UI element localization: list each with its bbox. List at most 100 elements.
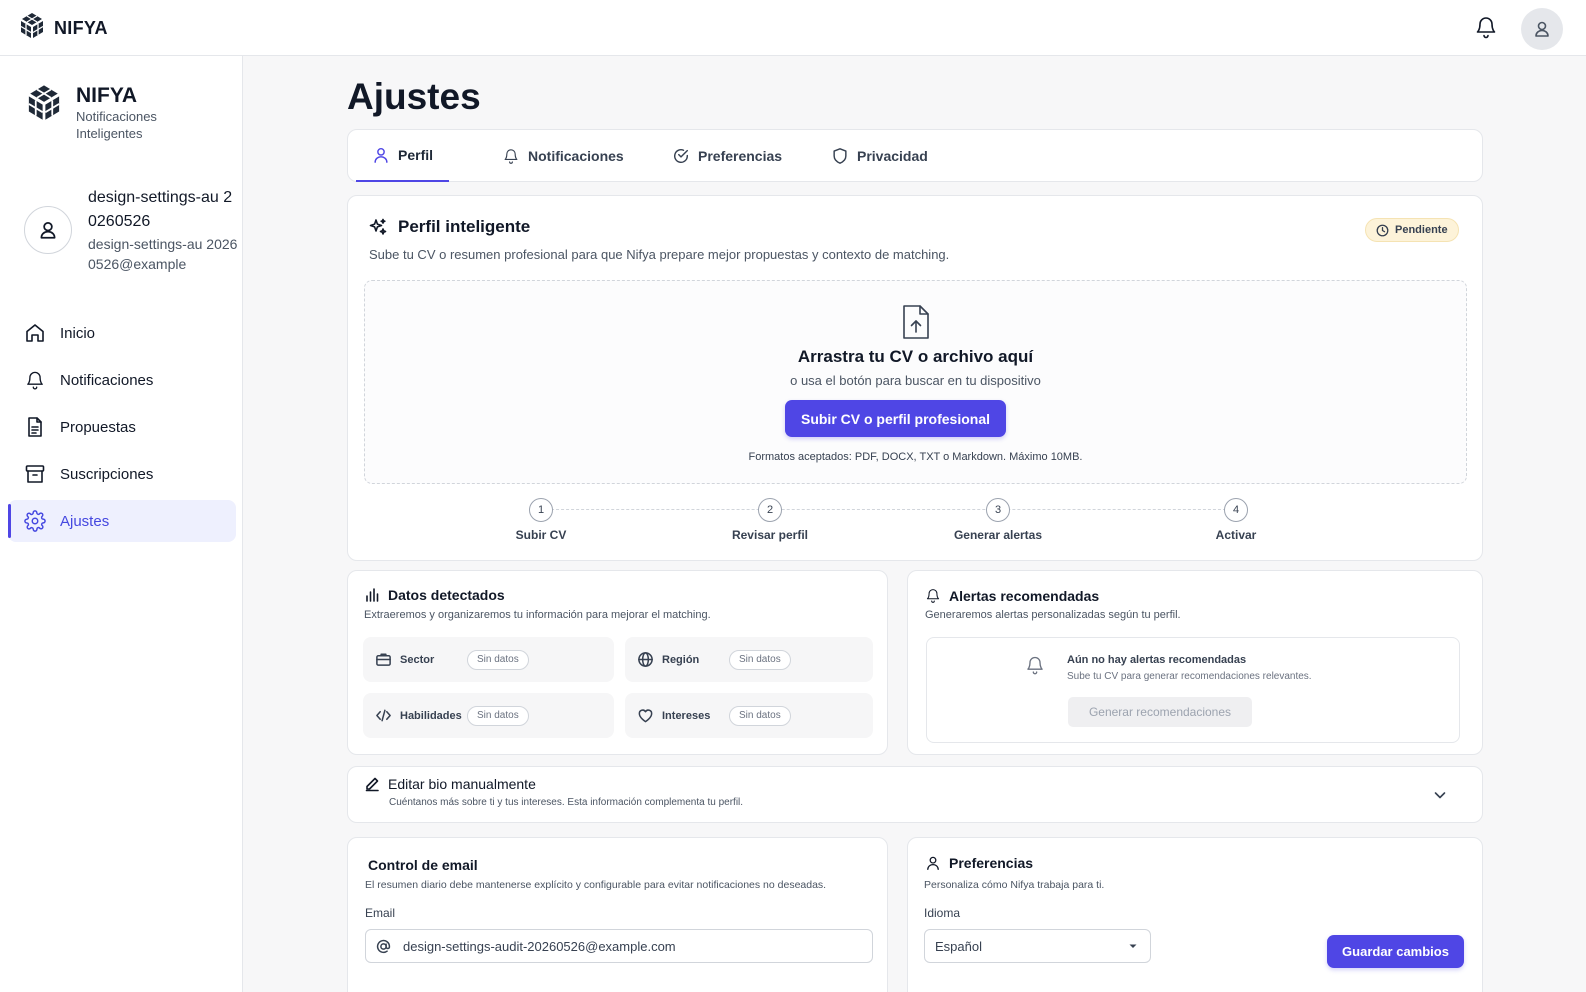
recommended-alerts-card: Alertas recomendadas Generaremos alertas… — [907, 570, 1483, 755]
tab-notificaciones[interactable]: Notificaciones — [486, 130, 640, 182]
detected-field-label: Habilidades — [400, 709, 462, 722]
cv-dropzone[interactable]: Arrastra tu CV o archivo aquí o usa el b… — [364, 280, 1467, 484]
briefcase-icon — [376, 653, 391, 666]
preferences-card: Preferencias Personaliza cómo Nifya trab… — [907, 837, 1483, 992]
nifya-logo-icon — [20, 13, 44, 38]
step-3: 3 Generar alertas — [938, 498, 1058, 542]
top-brand[interactable]: NIFYA — [18, 12, 108, 44]
pencil-icon — [365, 777, 379, 792]
sidebar-item-ajustes[interactable]: Ajustes — [8, 500, 236, 542]
notifications-bell-icon[interactable] — [1474, 14, 1498, 40]
save-changes-button[interactable]: Guardar cambios — [1327, 935, 1464, 968]
detected-data-title: Datos detectados — [388, 587, 505, 603]
file-upload-icon — [903, 305, 929, 339]
sidebar-user-email: design-settings-au 20260526@example — [88, 236, 238, 272]
steps-connector — [541, 509, 1236, 510]
bell-icon — [1027, 656, 1043, 675]
code-icon — [376, 709, 391, 722]
sidebar-avatar[interactable] — [24, 206, 72, 254]
tab-label: Notificaciones — [528, 148, 624, 164]
sidebar-item-propuestas[interactable]: Propuestas — [8, 406, 236, 448]
heart-icon — [638, 709, 653, 723]
sidebar-brand[interactable]: NIFYA Notificaciones Inteligentes — [24, 84, 176, 142]
user-icon — [927, 856, 939, 871]
at-sign-icon — [376, 939, 391, 953]
language-label: Idioma — [924, 906, 961, 920]
sidebar-item-notificaciones[interactable]: Notificaciones — [8, 359, 236, 401]
preferences-subtitle: Personaliza cómo Nifya trabaja para ti. — [924, 879, 1105, 891]
bell-icon — [27, 371, 43, 390]
brand-name: NIFYA — [54, 17, 108, 38]
recommended-alerts-title: Alertas recomendadas — [949, 587, 1100, 604]
detected-field-label: Región — [662, 653, 700, 666]
smart-profile-subtitle: Sube tu CV o resumen profesional para qu… — [369, 247, 950, 262]
detected-field-region: Región Sin datos — [625, 637, 873, 682]
tab-perfil[interactable]: Perfil — [356, 130, 450, 182]
sidebar-brand-name: NIFYA — [76, 84, 138, 107]
generate-recommendations-button[interactable]: Generar recomendaciones — [1068, 697, 1252, 727]
detected-field-label: Sector — [400, 653, 435, 666]
edit-bio-subtitle: Cuéntanos más sobre ti y tus intereses. … — [389, 797, 744, 808]
email-control-title: Control de email — [368, 857, 478, 873]
caret-down-icon — [1129, 944, 1137, 948]
main-content: Ajustes Perfil Notificaciones Preferenci… — [243, 56, 1586, 992]
step-label: Activar — [1215, 528, 1257, 542]
sidebar-item-suscripciones[interactable]: Suscripciones — [8, 453, 236, 495]
email-control-subtitle: El resumen diario debe mantenerse explíc… — [365, 879, 827, 891]
page-title: Ajustes — [347, 76, 481, 117]
chevron-down-icon[interactable] — [1433, 788, 1447, 802]
tab-label: Privacidad — [857, 148, 928, 164]
alerts-empty-subtitle: Sube tu CV para generar recomendaciones … — [1067, 671, 1312, 682]
user-icon — [374, 147, 388, 163]
alerts-empty-title: Aún no hay alertas recomendadas — [1067, 654, 1247, 666]
dropzone-subtitle: o usa el botón para buscar en tu disposi… — [790, 373, 1041, 388]
recommended-alerts-subtitle: Generaremos alertas personalizadas según… — [925, 609, 1181, 621]
tab-label: Preferencias — [698, 148, 783, 164]
detected-field-value: Sin datos — [729, 649, 791, 670]
sidebar-brand-tagline: Notificaciones Inteligentes — [76, 109, 157, 141]
document-icon — [28, 417, 42, 437]
archive-icon — [25, 465, 45, 483]
bell-icon — [926, 589, 940, 603]
edit-bio-title: Editar bio manualmente — [388, 776, 536, 792]
email-label: Email — [365, 906, 396, 920]
step-label: Subir CV — [515, 528, 567, 542]
email-value: design-settings-audit-20260526@example.c… — [403, 938, 676, 954]
globe-icon — [638, 652, 653, 667]
bar-chart-icon — [366, 588, 379, 602]
sidebar-nav: Inicio Notificaciones Propuestas Suscrip… — [8, 312, 236, 547]
user-avatar[interactable] — [1521, 8, 1563, 50]
tab-preferencias[interactable]: Preferencias — [656, 130, 798, 182]
step-4: 4 Activar — [1176, 498, 1296, 542]
sidebar-item-inicio[interactable]: Inicio — [8, 312, 236, 354]
sidebar-item-label: Inicio — [60, 324, 96, 342]
smart-profile-card: Perfil inteligente Sube tu CV o resumen … — [347, 195, 1483, 561]
detected-field-label: Intereses — [662, 709, 711, 722]
user-icon — [1535, 21, 1549, 37]
user-icon — [40, 221, 56, 239]
sidebar-item-label: Propuestas — [60, 418, 136, 436]
upload-cv-button[interactable]: Subir CV o perfil profesional — [785, 400, 1006, 437]
step-number: 3 — [986, 498, 1010, 522]
tab-label: Perfil — [398, 147, 434, 163]
email-field[interactable]: design-settings-audit-20260526@example.c… — [365, 929, 873, 963]
sidebar-item-label: Suscripciones — [60, 465, 154, 483]
alerts-empty-state: Aún no hay alertas recomendadas Sube tu … — [926, 637, 1460, 743]
nifya-logo-icon — [28, 85, 60, 120]
language-select[interactable]: Español — [924, 929, 1151, 963]
sidebar-user-name: design-settings-au 20260526 — [88, 189, 233, 230]
dropzone-formats: Formatos aceptados: PDF, DOCX, TXT o Mar… — [748, 451, 1083, 463]
detected-field-sector: Sector Sin datos — [363, 637, 614, 682]
settings-tabs: Perfil Notificaciones Preferencias Priva… — [347, 129, 1483, 182]
edit-bio-card[interactable]: Editar bio manualmente Cuéntanos más sob… — [347, 766, 1483, 823]
detected-field-intereses: Intereses Sin datos — [625, 693, 873, 738]
detected-data-subtitle: Extraeremos y organizaremos tu informaci… — [364, 609, 711, 621]
tab-privacidad[interactable]: Privacidad — [815, 130, 944, 182]
status-badge-label: Pendiente — [1395, 224, 1448, 236]
sparkles-icon — [369, 218, 387, 235]
step-1: 1 Subir CV — [481, 498, 601, 542]
step-2: 2 Revisar perfil — [710, 498, 830, 542]
language-value: Español — [935, 938, 982, 954]
sidebar-item-label: Ajustes — [60, 512, 110, 530]
step-number: 1 — [529, 498, 553, 522]
